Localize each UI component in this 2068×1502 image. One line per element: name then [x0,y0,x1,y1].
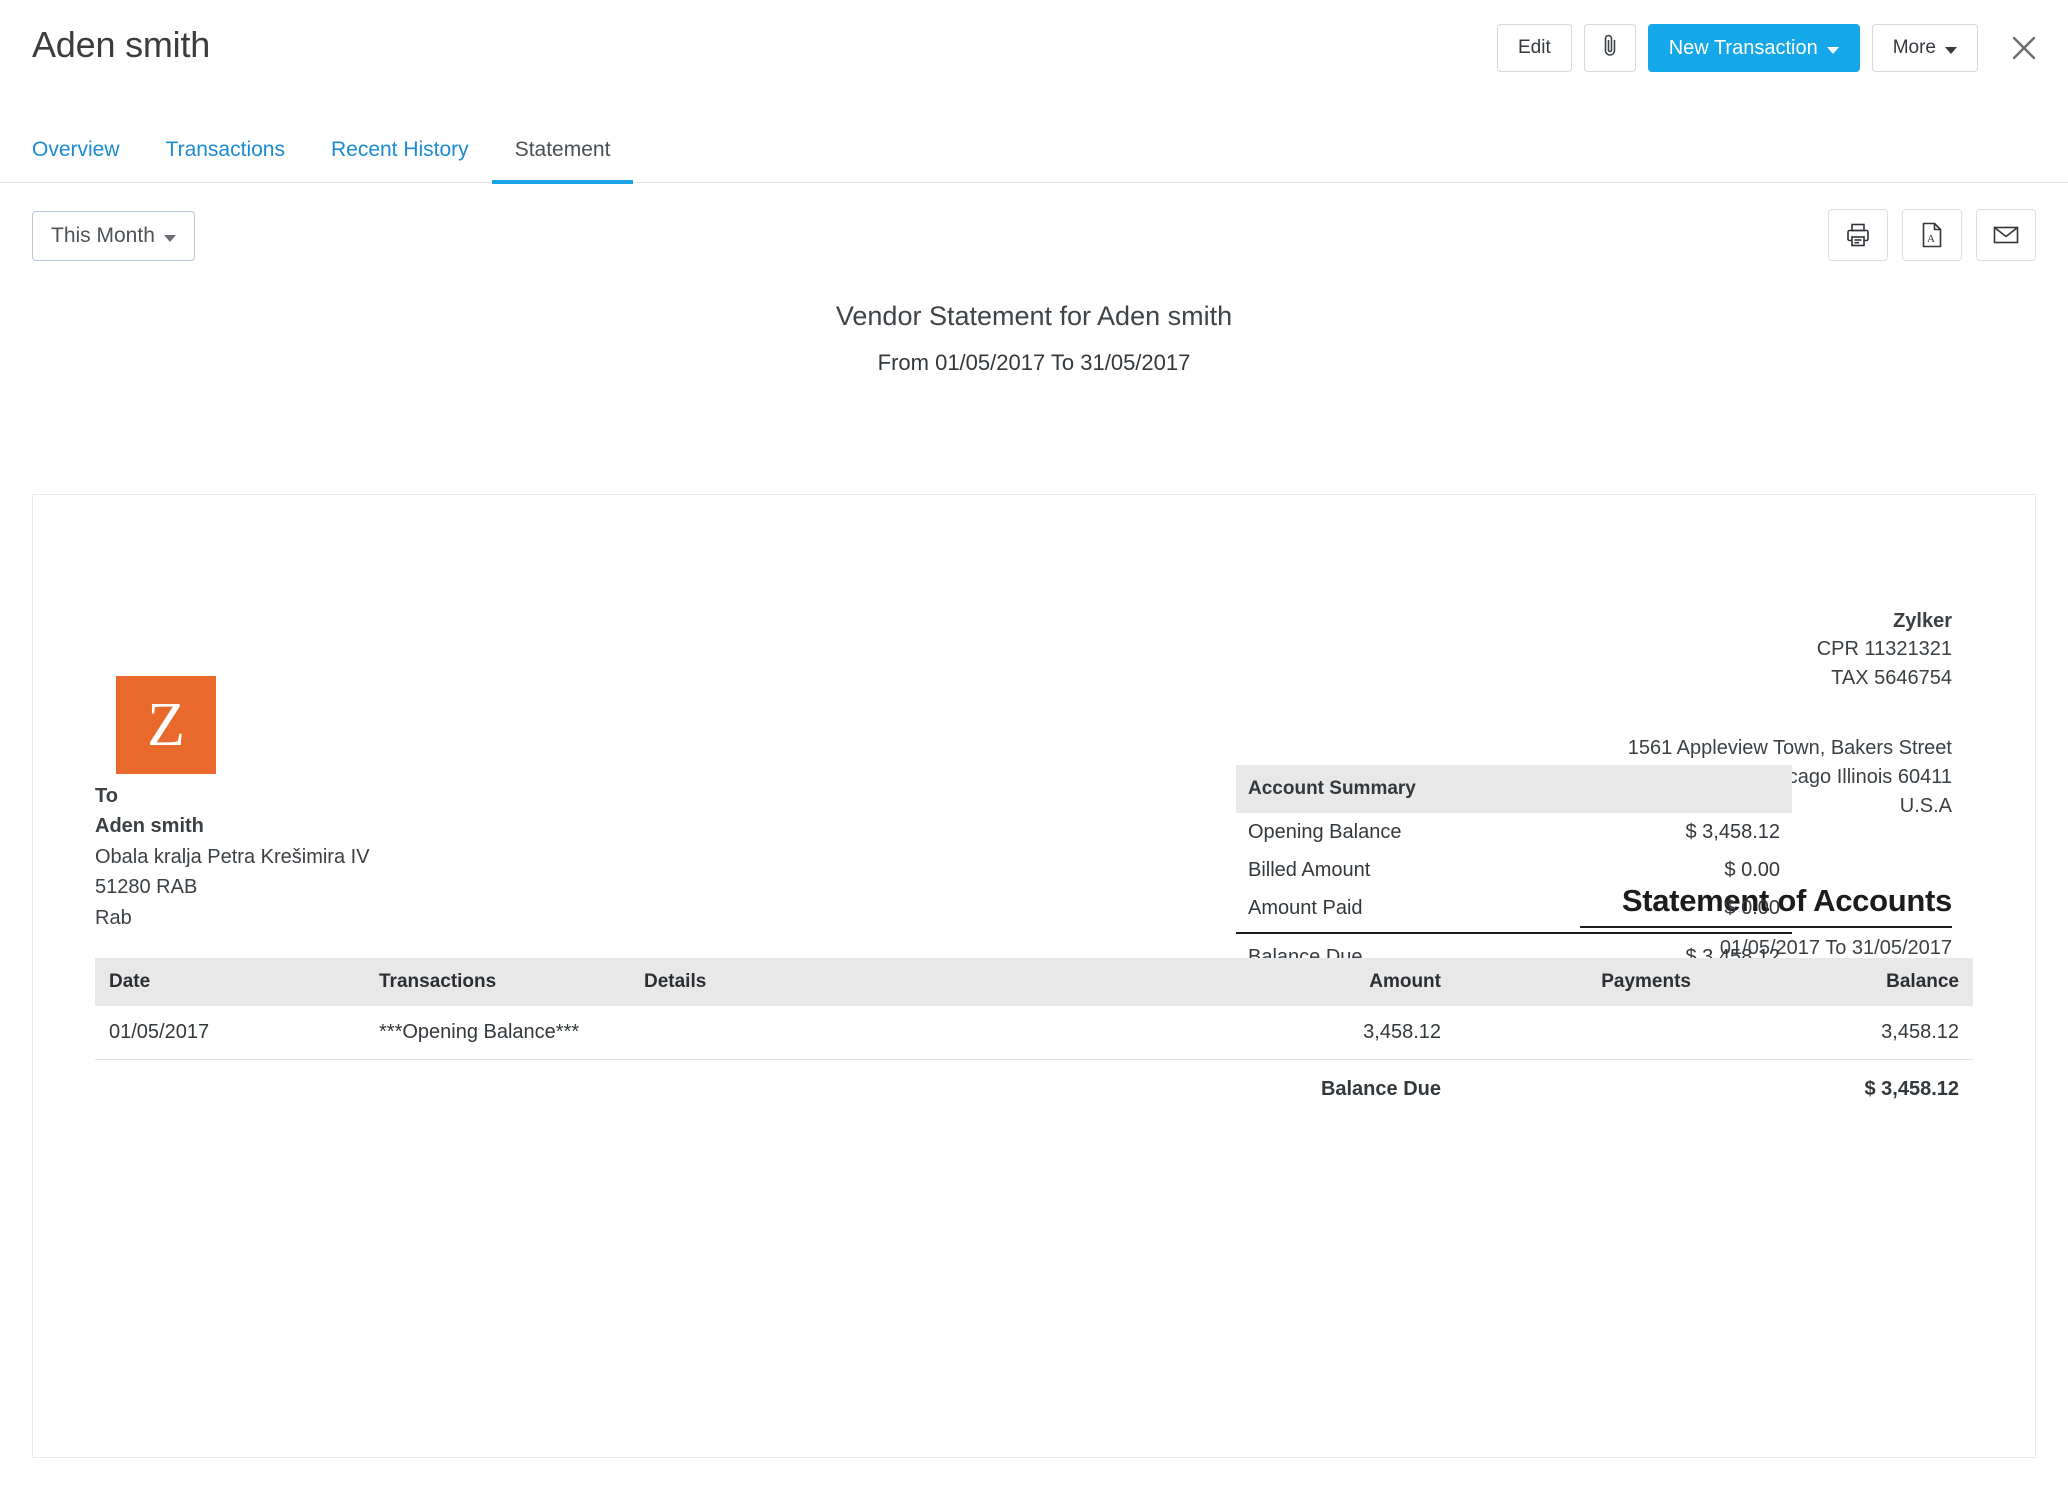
column-header-details: Details [630,958,1185,1006]
new-transaction-label: New Transaction [1669,37,1818,60]
footer-spacer [630,1060,1185,1120]
company-logo: Z [116,676,216,774]
tab-recent-history[interactable]: Recent History [308,138,492,184]
account-summary-value: $ 0.00 [1724,859,1780,882]
statement-date-range: From 01/05/2017 To 31/05/2017 [0,350,2068,376]
cell-amount: 3,458.12 [1185,1006,1455,1060]
column-header-date: Date [95,958,365,1006]
pdf-button[interactable]: A [1902,209,1962,261]
table-footer-row: Balance Due $ 3,458.12 [95,1060,1973,1120]
account-summary-label: Billed Amount [1248,859,1370,882]
statement-title: Vendor Statement for Aden smith [0,301,2068,332]
account-summary-heading: Account Summary [1236,765,1792,813]
column-header-amount: Amount [1185,958,1455,1006]
email-button[interactable] [1976,209,2036,261]
footer-spacer [95,1060,365,1120]
cell-details [630,1006,1185,1060]
company-address-line1: 1561 Appleview Town, Bakers Street [1628,734,1952,763]
cell-date: 01/05/2017 [95,1006,365,1060]
print-icon [1845,222,1871,248]
close-icon [2009,33,2039,63]
recipient-line2: 51280 RAB [95,872,370,902]
cell-payments [1455,1006,1705,1060]
more-button[interactable]: More [1872,24,1978,72]
cell-transaction: ***Opening Balance*** [365,1006,630,1060]
tab-overview[interactable]: Overview [32,138,143,184]
tab-transactions[interactable]: Transactions [143,138,308,184]
cell-balance: 3,458.12 [1705,1006,1973,1060]
footer-balance-due-value: $ 3,458.12 [1705,1060,1973,1120]
statement-toolbar: This Month A [0,183,2068,291]
statement-document: Z Zylker CPR 11321321 TAX 5646754 1561 A… [32,494,2036,1458]
company-cpr: CPR 11321321 [1628,635,1952,663]
footer-spacer [365,1060,630,1120]
page-header: Aden smith Edit New Transaction More [0,0,2068,183]
account-summary: Account Summary Opening Balance $ 3,458.… [1236,765,1792,976]
close-button[interactable] [2004,28,2044,68]
chevron-down-icon [164,235,176,242]
column-header-balance: Balance [1705,958,1973,1006]
column-header-payments: Payments [1455,958,1705,1006]
account-summary-row: Opening Balance $ 3,458.12 [1236,813,1792,851]
recipient-label: To [95,781,370,811]
chevron-down-icon [1827,47,1839,54]
export-actions: A [1828,209,2036,261]
paperclip-icon [1600,33,1620,63]
company-name: Zylker [1628,607,1952,635]
statement-heading: Vendor Statement for Aden smith From 01/… [0,301,2068,376]
account-summary-value: $ 3,458.12 [1685,821,1780,844]
header-actions: Edit New Transaction More [1497,24,2044,72]
footer-balance-due-label: Balance Due [1185,1060,1455,1120]
attachment-button[interactable] [1584,24,1636,72]
tab-statement[interactable]: Statement [492,138,634,184]
table-row: 01/05/2017 ***Opening Balance*** 3,458.1… [95,1006,1973,1060]
account-summary-label: Opening Balance [1248,821,1401,844]
account-summary-row: Amount Paid $ 0.00 [1236,889,1792,927]
recipient-line3: Rab [95,903,370,933]
pdf-icon: A [1919,221,1945,249]
transactions-table: Date Transactions Details Amount Payment… [95,958,1973,1119]
more-label: More [1893,37,1936,59]
company-tax: TAX 5646754 [1628,664,1952,692]
email-icon [1992,224,2020,246]
account-summary-value: $ 0.00 [1724,897,1780,920]
edit-button[interactable]: Edit [1497,24,1572,72]
period-label: This Month [51,224,155,248]
footer-spacer [1455,1060,1705,1120]
new-transaction-button[interactable]: New Transaction [1648,24,1860,72]
page-title: Aden smith [32,24,210,66]
chevron-down-icon [1945,47,1957,54]
account-summary-label: Amount Paid [1248,897,1363,920]
account-summary-row: Billed Amount $ 0.00 [1236,851,1792,889]
svg-text:A: A [1927,233,1935,245]
period-dropdown[interactable]: This Month [32,211,195,261]
recipient-line1: Obala kralja Petra Krešimira IV [95,842,370,872]
recipient-name: Aden smith [95,811,370,841]
print-button[interactable] [1828,209,1888,261]
column-header-transactions: Transactions [365,958,630,1006]
table-header-row: Date Transactions Details Amount Payment… [95,958,1973,1006]
tab-bar: Overview Transactions Recent History Sta… [32,136,633,182]
